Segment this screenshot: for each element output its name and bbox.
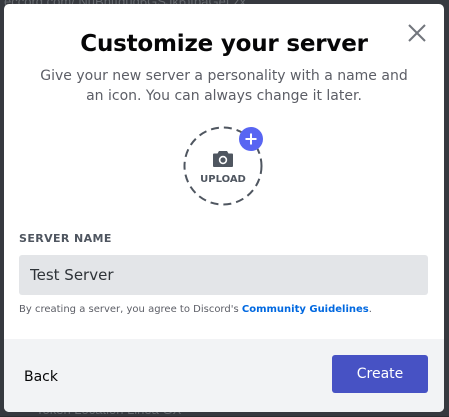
back-button[interactable]: Back xyxy=(24,369,58,385)
modal-subtitle: Give your new server a personality with … xyxy=(34,66,414,106)
terms-suffix: . xyxy=(369,304,372,315)
terms-prefix: By creating a server, you agree to Disco… xyxy=(19,304,242,315)
modal-footer: Back Create xyxy=(4,339,444,412)
terms-text: By creating a server, you agree to Disco… xyxy=(19,304,372,315)
modal-title: Customize your server xyxy=(4,31,444,57)
camera-icon xyxy=(212,150,234,168)
create-button[interactable]: Create xyxy=(332,355,428,393)
create-server-modal: Customize your server Give your new serv… xyxy=(4,4,444,412)
upload-label: UPLOAD xyxy=(183,174,263,185)
plus-icon[interactable] xyxy=(239,127,263,151)
server-name-input[interactable] xyxy=(19,255,428,295)
server-name-label: SERVER NAME xyxy=(19,232,112,245)
community-guidelines-link[interactable]: Community Guidelines xyxy=(242,304,369,315)
